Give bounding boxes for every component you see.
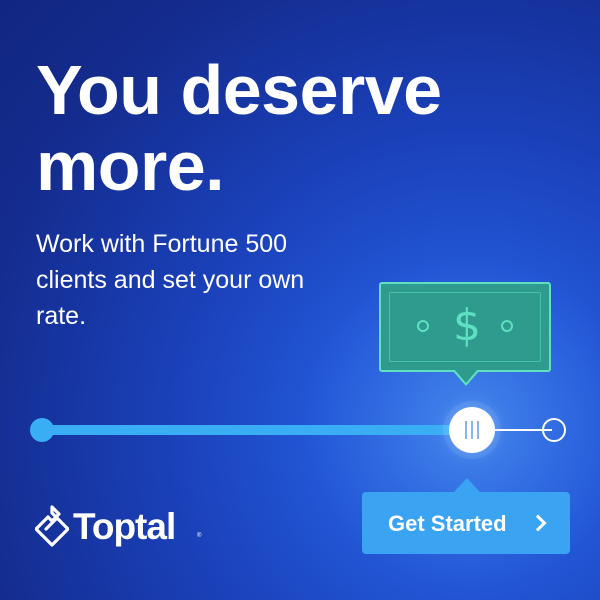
subtext: Work with Fortune 500 clients and set yo… — [36, 230, 305, 330]
bill-pointer-fill — [454, 369, 478, 383]
thumb-grip-line — [465, 421, 468, 439]
slider-start-dot — [30, 418, 54, 442]
slider-end-dot — [542, 418, 566, 442]
slider-track-filled — [42, 425, 473, 435]
headline: You deserve more. — [36, 51, 442, 205]
rate-slider[interactable] — [30, 407, 570, 453]
brand-name: Toptal — [73, 506, 176, 547]
bill-right-dot — [501, 320, 513, 332]
slider-thumb[interactable] — [449, 407, 496, 453]
thumb-grip-line — [471, 421, 474, 439]
cta-pointer — [454, 478, 480, 492]
get-started-button[interactable]: Get Started — [362, 492, 570, 554]
thumb-grip-line — [477, 421, 480, 439]
toptal-ad-banner[interactable]: You deserve more. Work with Fortune 500 … — [0, 0, 600, 600]
chevron-right-icon — [529, 514, 547, 532]
dollar-sign: $ — [453, 300, 481, 351]
dollar-bill-icon: $ — [379, 282, 551, 372]
get-started-label: Get Started — [388, 511, 507, 536]
registered-mark: ® — [197, 533, 202, 539]
bill-left-dot — [417, 320, 429, 332]
toptal-logo-icon — [35, 505, 69, 547]
